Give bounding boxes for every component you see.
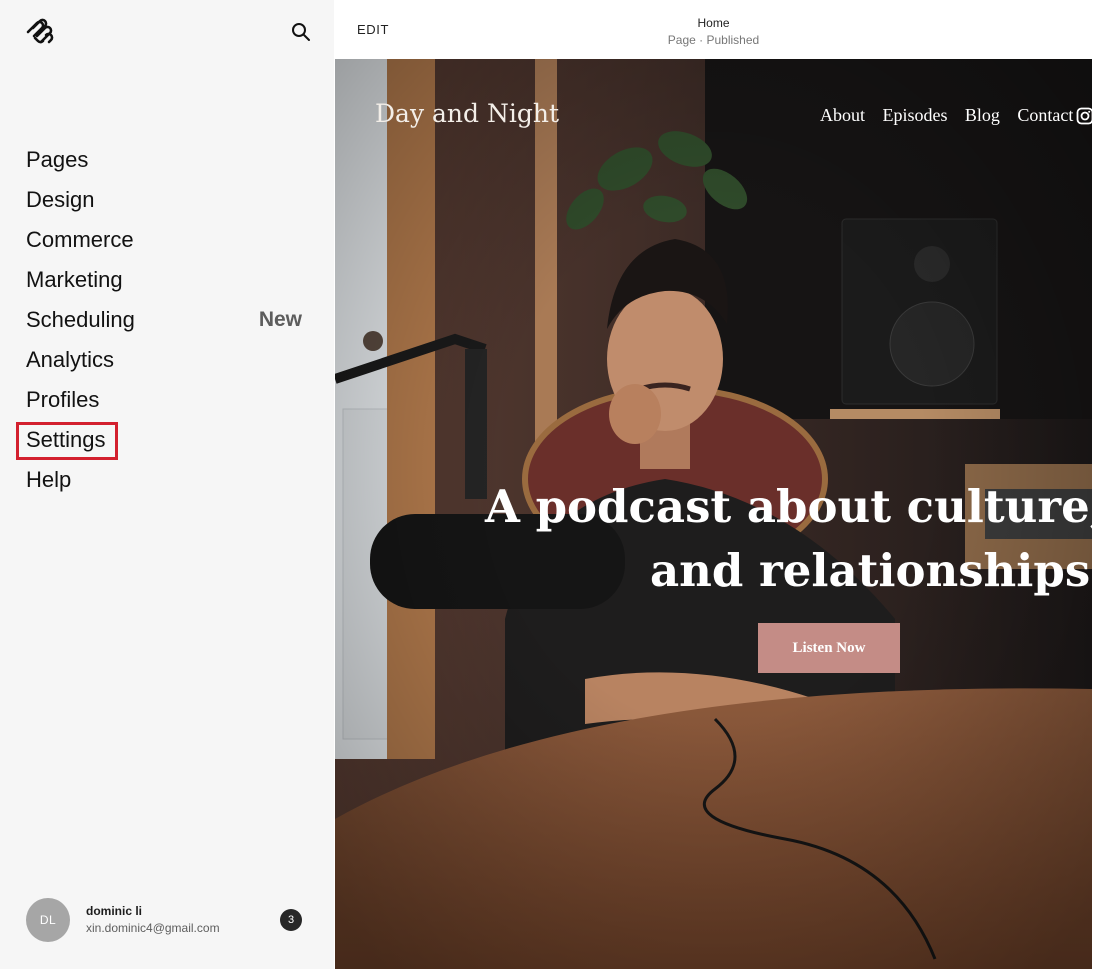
nav-item-label: Design (26, 187, 95, 212)
site-nav-contact[interactable]: Contact (1017, 105, 1073, 125)
search-icon[interactable] (290, 21, 312, 43)
nav-item-label: Scheduling (26, 307, 135, 332)
site-nav-blog[interactable]: Blog (965, 105, 1000, 125)
account-menu[interactable]: DL dominic li xin.dominic4@gmail.com 3 (26, 898, 306, 944)
nav-item-pages[interactable]: Pages (26, 140, 306, 180)
headline-line-2: and relationships. (650, 544, 1092, 597)
listen-now-button[interactable]: Listen Now (758, 623, 900, 673)
site-nav-about[interactable]: About (820, 105, 865, 125)
nav-item-label: Profiles (26, 387, 100, 412)
nav-item-label: Settings (16, 420, 117, 460)
hero-headline: A podcast about culture, trav and relati… (485, 475, 1092, 603)
new-badge: New (258, 308, 302, 331)
avatar: DL (26, 898, 70, 942)
site-nav: About Episodes Blog Contact (820, 105, 1086, 126)
squarespace-logo-icon[interactable] (24, 18, 56, 46)
nav-item-label: Marketing (26, 267, 123, 292)
hero-section[interactable]: Day and Night About Episodes Blog Contac… (335, 59, 1092, 969)
page-title: Home (697, 16, 730, 30)
instagram-icon[interactable] (1076, 107, 1092, 125)
nav-item-scheduling[interactable]: Scheduling New (26, 300, 306, 340)
account-email: xin.dominic4@gmail.com (86, 921, 220, 935)
page-status: Page · Published (667, 33, 760, 47)
nav-item-commerce[interactable]: Commerce (26, 220, 306, 260)
nav-item-help[interactable]: Help (26, 460, 306, 500)
nav-item-marketing[interactable]: Marketing (26, 260, 306, 300)
main-nav: Pages Design Commerce Marketing Scheduli… (16, 140, 306, 500)
nav-item-label: Analytics (26, 347, 115, 372)
sidebar: Pages Design Commerce Marketing Scheduli… (0, 0, 334, 969)
site-preview: EDIT Home Page · Published Day and Night… (335, 0, 1095, 969)
headline-line-1: A podcast about culture, trav (485, 480, 1092, 533)
site-nav-episodes[interactable]: Episodes (882, 105, 947, 125)
nav-item-design[interactable]: Design (26, 180, 306, 220)
nav-item-label: Help (26, 467, 72, 492)
nav-item-label: Pages (26, 147, 89, 172)
account-name: dominic li (86, 904, 143, 918)
nav-item-settings[interactable]: Settings (16, 420, 306, 460)
site-title-link[interactable]: Day and Night (375, 99, 559, 128)
nav-item-profiles[interactable]: Profiles (26, 380, 306, 420)
notification-count-badge[interactable]: 3 (280, 909, 302, 931)
nav-item-analytics[interactable]: Analytics (26, 340, 306, 380)
editor-topbar: EDIT Home Page · Published (335, 4, 1092, 59)
nav-item-label: Commerce (26, 227, 134, 252)
